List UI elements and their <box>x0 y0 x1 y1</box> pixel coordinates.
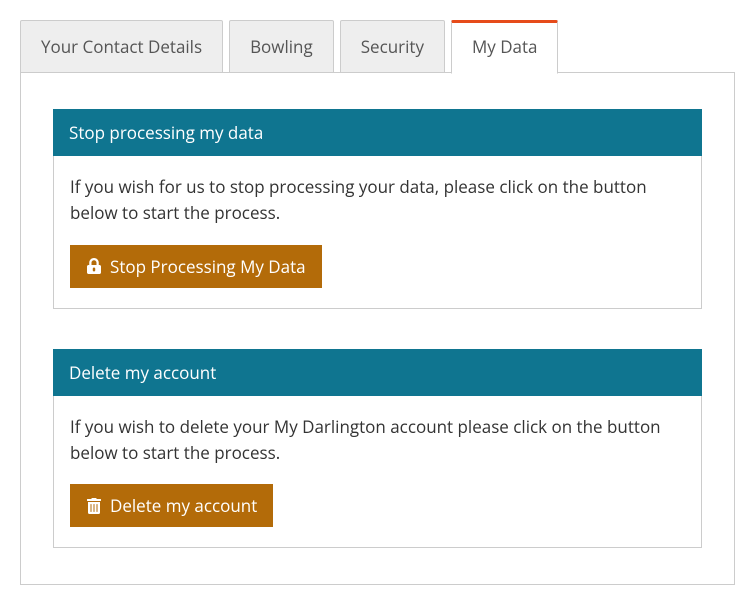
tab-my-data[interactable]: My Data <box>451 20 559 74</box>
tab-bowling[interactable]: Bowling <box>229 20 334 73</box>
tab-contact-details[interactable]: Your Contact Details <box>20 20 223 73</box>
trash-icon <box>86 498 102 514</box>
lock-icon <box>86 258 102 274</box>
panel-stop-processing: Stop processing my data If you wish for … <box>53 109 702 309</box>
panel-header-stop-processing: Stop processing my data <box>53 109 702 156</box>
stop-processing-button[interactable]: Stop Processing My Data <box>70 245 322 288</box>
panel-header-delete-account: Delete my account <box>53 349 702 396</box>
panel-text-delete-account: If you wish to delete your My Darlington… <box>70 414 685 467</box>
tab-content: Stop processing my data If you wish for … <box>20 72 735 585</box>
panel-delete-account: Delete my account If you wish to delete … <box>53 349 702 549</box>
tab-bar: Your Contact Details Bowling Security My… <box>20 20 735 73</box>
delete-account-button[interactable]: Delete my account <box>70 484 273 527</box>
tab-security[interactable]: Security <box>340 20 445 73</box>
delete-account-button-label: Delete my account <box>110 494 257 517</box>
panel-body-stop-processing: If you wish for us to stop processing yo… <box>53 156 702 309</box>
panel-body-delete-account: If you wish to delete your My Darlington… <box>53 396 702 549</box>
panel-text-stop-processing: If you wish for us to stop processing yo… <box>70 174 685 227</box>
stop-processing-button-label: Stop Processing My Data <box>110 255 306 278</box>
